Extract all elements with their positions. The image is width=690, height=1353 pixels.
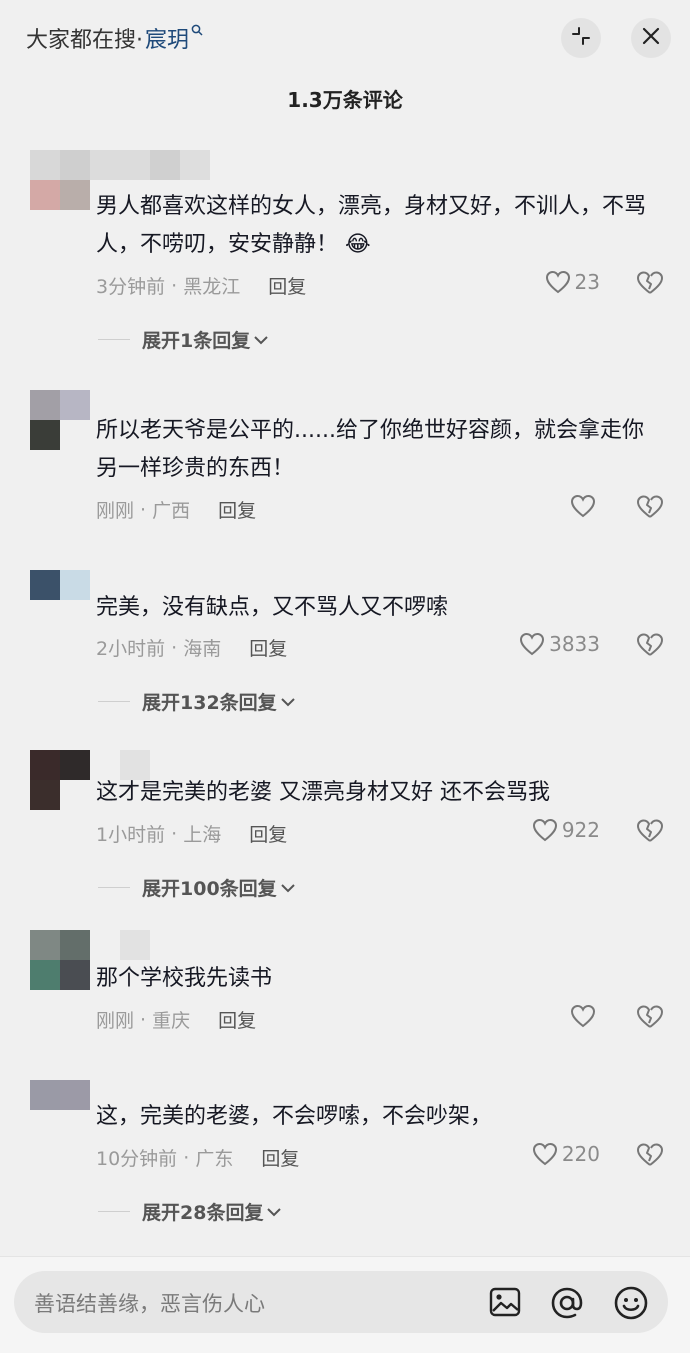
like-button[interactable]: 922 [532, 818, 600, 842]
comment-meta: 刚刚 · 重庆 回复 [96, 1006, 256, 1033]
search-prefix: 大家都在搜· [26, 28, 143, 53]
username-blurred[interactable] [90, 150, 210, 180]
collapse-icon [570, 25, 592, 51]
comment-meta: 3分钟前 · 黑龙江 回复 [96, 272, 306, 299]
expand-replies-button[interactable]: 展开28条回复 [98, 1198, 283, 1225]
comment-location: 广西 [152, 500, 191, 522]
comment-meta: 2小时前 · 海南 回复 [96, 634, 287, 661]
comment-location: 海南 [183, 638, 222, 660]
dislike-button[interactable] [636, 1004, 664, 1034]
like-count: 922 [561, 818, 600, 842]
heart-icon [570, 1004, 596, 1028]
reply-button[interactable]: 回复 [268, 272, 306, 299]
comment-text: 这才是完美的老婆 又漂亮身材又好 还不会骂我 [96, 780, 550, 805]
comment-time: 10分钟前 [96, 1148, 178, 1170]
broken-heart-icon [637, 1005, 663, 1028]
reply-button[interactable]: 回复 [249, 820, 287, 847]
dislike-button[interactable] [636, 494, 664, 524]
chevron-down-icon [280, 697, 295, 706]
search-keyword[interactable]: 宸玥 [145, 22, 189, 54]
comment-text: 男人都喜欢这样的女人，漂亮，身材又好，不训人，不骂人，不唠叨，安安静静！ 😂 [96, 194, 647, 257]
expand-replies-label: 展开28条回复 [142, 1202, 264, 1224]
broken-heart-icon [637, 633, 663, 656]
comment-text: 完美，没有缺点，又不骂人又不啰嗦 [96, 595, 449, 620]
emoji-icon[interactable] [613, 1285, 649, 1321]
like-button[interactable] [570, 1004, 600, 1028]
avatar[interactable] [30, 570, 90, 630]
comment-meta: 刚刚 · 广西 回复 [96, 496, 256, 523]
chevron-down-icon [254, 335, 268, 344]
like-button[interactable] [570, 494, 600, 518]
search-icon [191, 24, 203, 40]
comment-location: 黑龙江 [183, 276, 241, 298]
broken-heart-icon [637, 271, 663, 294]
close-icon [641, 26, 661, 50]
expand-replies-button[interactable]: 展开132条回复 [98, 688, 297, 715]
reply-button[interactable]: 回复 [261, 1144, 299, 1171]
at-icon[interactable] [549, 1285, 585, 1321]
avatar[interactable] [30, 750, 90, 810]
dislike-button[interactable] [636, 1142, 664, 1172]
comment-time: 1小时前 [96, 824, 166, 846]
comment-meta: 10分钟前 · 广东 回复 [96, 1144, 299, 1171]
heart-icon [545, 270, 570, 294]
like-button[interactable]: 220 [532, 1142, 600, 1166]
comment-input[interactable]: 善语结善缘，恶言伤人心 [14, 1271, 668, 1333]
reply-button[interactable]: 回复 [249, 634, 287, 661]
search-suggestion[interactable]: 大家都在搜· 宸玥 [26, 22, 203, 54]
avatar[interactable] [30, 150, 90, 210]
avatar[interactable] [30, 390, 90, 450]
expand-replies-label: 展开132条回复 [142, 692, 277, 714]
comment-location: 上海 [183, 824, 222, 846]
expand-replies-button[interactable]: 展开1条回复 [98, 326, 270, 353]
like-count: 3833 [549, 632, 600, 656]
emoji-laugh-cry: 😂 [345, 232, 371, 257]
comment-time: 刚刚 [96, 500, 135, 522]
broken-heart-icon [637, 1143, 663, 1166]
like-count: 220 [561, 1142, 600, 1166]
chevron-down-icon [280, 883, 295, 892]
heart-icon [532, 1142, 557, 1166]
image-icon[interactable] [488, 1285, 524, 1321]
username-blurred[interactable] [120, 930, 150, 960]
expand-replies-label: 展开1条回复 [142, 330, 251, 352]
reply-button[interactable]: 回复 [218, 1006, 256, 1033]
comment-text: 那个学校我先读书 [96, 966, 273, 991]
heart-icon [532, 818, 557, 842]
expand-replies-label: 展开100条回复 [142, 878, 277, 900]
comment-count-title: 1.3万条评论 [287, 88, 403, 112]
comment-time: 2小时前 [96, 638, 166, 660]
dislike-button[interactable] [636, 270, 664, 300]
reply-button[interactable]: 回复 [218, 496, 256, 523]
chevron-down-icon [267, 1207, 282, 1216]
comment-text: 所以老天爷是公平的......给了你绝世好容颜，就会拿走你另一样珍贵的东西！ [96, 418, 644, 481]
comment-time: 3分钟前 [96, 276, 166, 298]
comment-location: 广东 [195, 1148, 234, 1170]
broken-heart-icon [637, 819, 663, 842]
comment-input-placeholder: 善语结善缘，恶言伤人心 [34, 1292, 265, 1316]
comment-meta: 1小时前 · 上海 回复 [96, 820, 287, 847]
heart-icon [520, 632, 545, 656]
broken-heart-icon [637, 495, 663, 518]
like-button[interactable]: 23 [545, 270, 600, 294]
heart-icon [570, 494, 596, 518]
expand-replies-button[interactable]: 展开100条回复 [98, 874, 297, 901]
like-button[interactable]: 3833 [519, 632, 600, 656]
collapse-button[interactable] [561, 18, 601, 58]
avatar[interactable] [30, 930, 90, 990]
top-bar: 大家都在搜· 宸玥 [0, 0, 690, 80]
comment-time: 刚刚 [96, 1010, 135, 1032]
dislike-button[interactable] [636, 818, 664, 848]
like-count: 23 [574, 270, 600, 294]
close-button[interactable] [631, 18, 671, 58]
comment-text: 这，完美的老婆，不会啰嗦，不会吵架， [96, 1104, 493, 1129]
comment-input-bar: 善语结善缘，恶言伤人心 [0, 1256, 690, 1353]
comment-location: 重庆 [152, 1010, 191, 1032]
avatar[interactable] [30, 1080, 90, 1140]
dislike-button[interactable] [636, 632, 664, 662]
